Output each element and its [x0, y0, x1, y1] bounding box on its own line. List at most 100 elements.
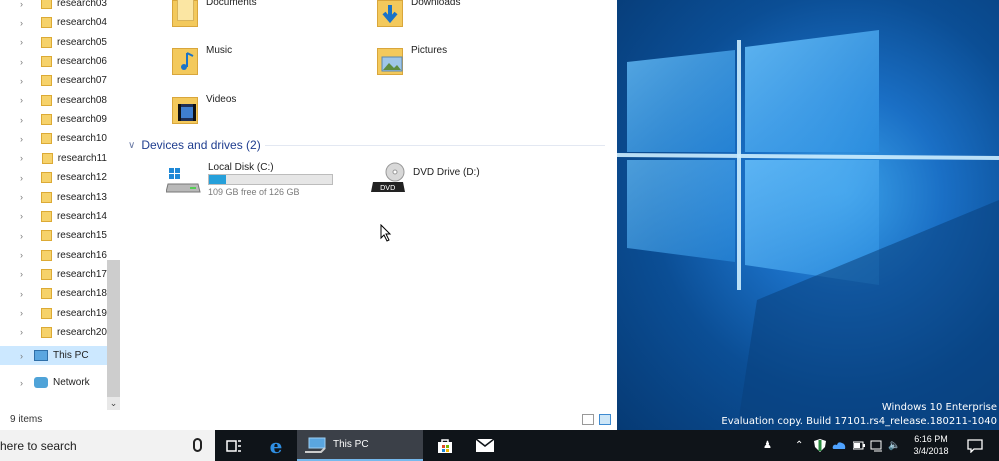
- drive-name: Local Disk (C:): [208, 162, 274, 173]
- expand-chevron-icon[interactable]: ›: [20, 76, 31, 86]
- nav-folder-item[interactable]: › research20: [0, 323, 107, 342]
- devices-header-label: Devices and drives (2): [141, 138, 261, 152]
- taskbar-search-box[interactable]: here to search: [0, 430, 215, 461]
- desktop-background: Windows 10 Enterprise Evaluation copy. B…: [617, 0, 999, 430]
- nav-folder-label: research19: [56, 307, 107, 319]
- nav-folder-item[interactable]: › research09: [0, 110, 107, 129]
- drive-usage-fill: [209, 175, 226, 184]
- nav-folder-label: research05: [56, 36, 107, 48]
- nav-folder-item[interactable]: › research11: [0, 149, 107, 168]
- expand-chevron-icon[interactable]: ›: [20, 173, 31, 183]
- action-center-icon[interactable]: [967, 430, 983, 461]
- expand-chevron-icon[interactable]: ›: [20, 231, 31, 241]
- collapse-chevron-icon: ∨: [128, 139, 136, 151]
- expand-chevron-icon[interactable]: ›: [20, 211, 31, 221]
- folder-icon: [41, 133, 52, 145]
- folder-icon: [41, 94, 52, 106]
- details-view-icon[interactable]: [582, 414, 594, 425]
- nav-folder-item[interactable]: › research13: [0, 188, 107, 207]
- folder-label: Videos: [206, 94, 237, 105]
- people-icon[interactable]: ♟: [763, 430, 772, 461]
- nav-folder-item[interactable]: › research07: [0, 71, 107, 90]
- folder-pictures[interactable]: Pictures: [377, 45, 447, 75]
- defender-shield-icon[interactable]: [814, 430, 826, 461]
- nav-this-pc-label: This PC: [53, 350, 89, 361]
- expand-chevron-icon[interactable]: ›: [20, 18, 31, 28]
- onedrive-cloud-icon[interactable]: [832, 430, 846, 461]
- nav-folder-item[interactable]: › research03: [0, 0, 107, 13]
- scrollbar-thumb[interactable]: [107, 260, 120, 397]
- status-bar: 9 items: [0, 410, 617, 430]
- mail-taskbar-button[interactable]: [467, 430, 503, 461]
- nav-pane-scrollbar[interactable]: ⌄: [107, 260, 120, 410]
- drive-usage-bar: [208, 174, 333, 185]
- expand-chevron-icon[interactable]: ›: [20, 250, 31, 260]
- expand-chevron-icon[interactable]: ›: [20, 0, 31, 9]
- expand-chevron-icon[interactable]: ›: [20, 192, 31, 202]
- expand-chevron-icon[interactable]: ›: [20, 134, 31, 144]
- nav-folder-label: research10: [56, 133, 107, 145]
- task-view-button[interactable]: [218, 430, 250, 461]
- expand-chevron-icon[interactable]: ›: [20, 269, 31, 279]
- expand-chevron-icon[interactable]: ›: [20, 57, 31, 67]
- nav-folder-item[interactable]: › research16: [0, 246, 107, 265]
- folder-music[interactable]: Music: [172, 45, 232, 75]
- nav-folder-item[interactable]: › research17: [0, 265, 107, 284]
- this-pc-taskbar-button[interactable]: This PC: [297, 430, 423, 461]
- folder-videos[interactable]: Videos: [172, 94, 236, 124]
- show-hidden-icons-chevron-icon[interactable]: ⌃: [795, 430, 803, 461]
- clock-time: 6:16 PM: [914, 434, 948, 444]
- scroll-down-icon[interactable]: ⌄: [107, 397, 120, 410]
- nav-folder-item[interactable]: › research05: [0, 33, 107, 52]
- nav-folder-label: research03: [56, 0, 107, 9]
- nav-folder-item[interactable]: › research19: [0, 304, 107, 323]
- nav-folder-item[interactable]: › research18: [0, 284, 107, 303]
- taskbar: here to search e This PC ♟ ⌃ 🔈 6:16 PM 3…: [0, 430, 999, 461]
- nav-folder-item[interactable]: › research10: [0, 129, 107, 148]
- group-divider: [265, 145, 605, 146]
- nav-folder-item[interactable]: › research14: [0, 207, 107, 226]
- expand-chevron-icon[interactable]: ›: [20, 378, 32, 388]
- edge-browser-icon: e: [269, 433, 283, 458]
- folder-downloads[interactable]: Downloads: [377, 0, 460, 27]
- file-explorer-window: ⌄ Documents Downloads Music Pictures Vid…: [0, 0, 617, 430]
- expand-chevron-icon[interactable]: ›: [20, 308, 31, 318]
- nav-folder-item[interactable]: › research04: [0, 13, 107, 32]
- taskbar-button-label: This PC: [333, 439, 369, 450]
- nav-folder-label: research11: [57, 152, 107, 164]
- expand-chevron-icon[interactable]: ›: [20, 289, 31, 299]
- folder-label: Downloads: [411, 0, 461, 8]
- expand-chevron-icon[interactable]: ›: [20, 351, 32, 361]
- devices-group-header[interactable]: ∨ Devices and drives (2): [128, 138, 261, 152]
- battery-icon[interactable]: [853, 430, 865, 461]
- hard-drive-icon: [166, 168, 201, 193]
- nav-item-network[interactable]: › Network: [0, 373, 107, 392]
- edge-taskbar-button[interactable]: e: [258, 430, 294, 461]
- expand-chevron-icon[interactable]: ›: [20, 95, 31, 105]
- folder-documents[interactable]: Documents: [172, 0, 257, 27]
- nav-folder-label: research20: [56, 326, 107, 338]
- downloads-folder-icon: [377, 0, 403, 27]
- windows-logo-wallpaper: [617, 30, 999, 430]
- task-view-icon: [226, 439, 241, 452]
- expand-chevron-icon[interactable]: ›: [20, 37, 31, 47]
- store-taskbar-button[interactable]: [428, 430, 462, 461]
- watermark-build: Evaluation copy. Build 17101.rs4_release…: [721, 416, 997, 427]
- nav-folder-item[interactable]: › research08: [0, 91, 107, 110]
- system-clock[interactable]: 6:16 PM 3/4/2018: [906, 433, 956, 457]
- nav-folder-item[interactable]: › research06: [0, 52, 107, 71]
- search-placeholder: here to search: [0, 439, 77, 453]
- documents-folder-icon: [172, 0, 198, 27]
- expand-chevron-icon[interactable]: ›: [20, 153, 32, 163]
- nav-item-this-pc[interactable]: › This PC: [0, 346, 107, 365]
- network-icon[interactable]: [870, 430, 884, 461]
- folder-icon: [41, 326, 52, 338]
- this-pc-icon: [305, 437, 326, 453]
- large-icons-view-icon[interactable]: [599, 414, 611, 425]
- nav-folder-item[interactable]: › research15: [0, 226, 107, 245]
- nav-folder-item[interactable]: › research12: [0, 168, 107, 187]
- volume-speaker-icon[interactable]: 🔈: [888, 430, 900, 461]
- expand-chevron-icon[interactable]: ›: [20, 327, 31, 337]
- microphone-icon[interactable]: [193, 438, 202, 452]
- expand-chevron-icon[interactable]: ›: [20, 115, 31, 125]
